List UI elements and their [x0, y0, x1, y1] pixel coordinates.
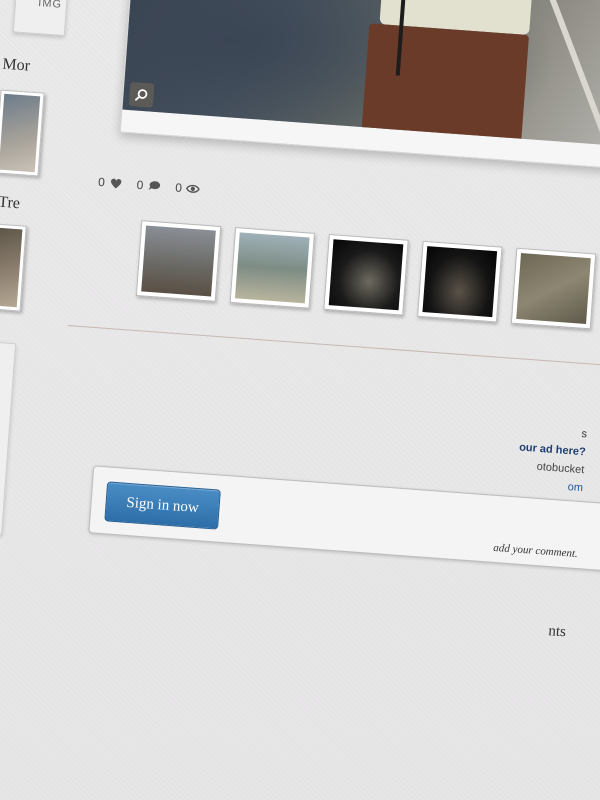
thumbnail-image: [234, 232, 310, 304]
views-stat: 0: [175, 181, 201, 197]
sign-in-button[interactable]: Sign in now: [104, 481, 221, 530]
heart-icon: [110, 178, 122, 189]
main-photo-frame: [119, 0, 600, 171]
image-placeholder-label: IMG: [37, 0, 63, 11]
thumbnail-image: [141, 225, 216, 297]
sidebar-trending-thumbnail[interactable]: [0, 223, 27, 312]
section-divider: [67, 325, 600, 372]
thumbnail-image: [328, 239, 404, 311]
likes-stat[interactable]: 0: [98, 175, 124, 191]
page-viewport: IMG Mor Tre 0 0 0 s our ad here? otobuck…: [0, 0, 600, 800]
photo-detail: [361, 23, 530, 145]
sidebar-more-heading: Mor: [1, 55, 31, 75]
sidebar-ad-panel: [0, 341, 17, 535]
comments-count: 0: [136, 177, 144, 193]
thumbnail-image: [0, 93, 41, 173]
photo-stats: 0 0 0: [98, 175, 201, 196]
thumbnail-night-fishing[interactable]: [417, 240, 503, 323]
thumbnail-image: [422, 246, 498, 318]
comments-heading: nts: [547, 623, 567, 641]
thumbnail-fish-on-sand[interactable]: [510, 247, 597, 330]
ad-url-link[interactable]: om: [516, 474, 584, 497]
photo-thumbnail-strip: [135, 220, 600, 336]
tilted-page: IMG Mor Tre 0 0 0 s our ad here? otobuck…: [0, 0, 600, 800]
comments-stat[interactable]: 0: [136, 178, 162, 194]
main-photo[interactable]: [122, 0, 600, 148]
thumbnail-image: [0, 227, 23, 308]
sidebar-trending-heading: Tre: [0, 193, 21, 213]
thumbnail-angler-with-shark[interactable]: [229, 227, 315, 309]
magnifier-icon[interactable]: [128, 82, 155, 108]
thumbnail-night-shark-catch[interactable]: [323, 233, 409, 316]
eye-icon: [185, 184, 200, 193]
comment-bubble-icon: [148, 181, 161, 191]
views-count: 0: [174, 180, 183, 196]
ad-links: s our ad here? otobucket om: [516, 421, 588, 498]
photo-detail: [525, 0, 600, 148]
signin-note: add your comment.: [492, 541, 579, 561]
thumbnail-shark-on-shore[interactable]: [135, 220, 222, 302]
sidebar-image-card[interactable]: IMG: [12, 0, 72, 37]
sidebar-more-thumbnail[interactable]: [0, 89, 45, 177]
thumbnail-image: [516, 253, 591, 325]
magnifier-icon-glyph: [135, 89, 148, 101]
likes-count: 0: [97, 174, 106, 190]
